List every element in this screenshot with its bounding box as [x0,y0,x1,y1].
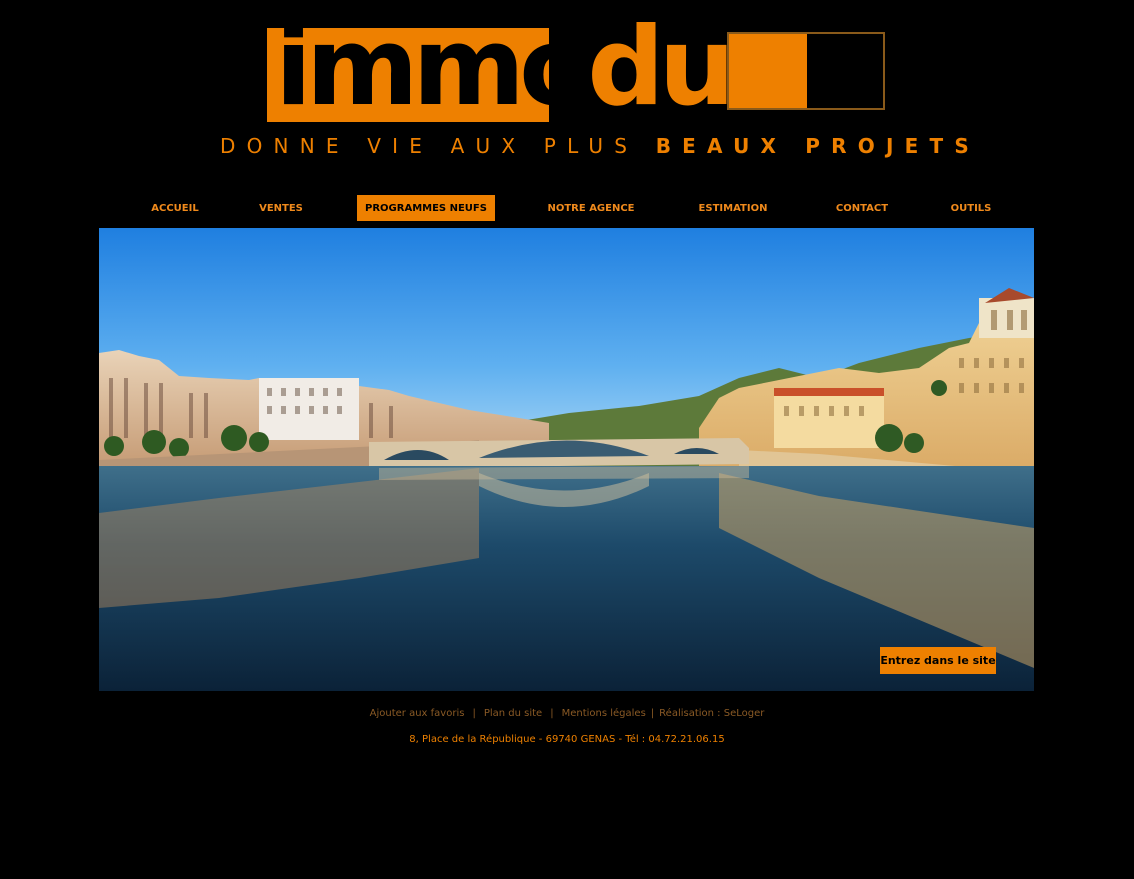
tagline: DONNE VIE AUX PLUS BEAUX PROJETS [220,134,969,158]
logo-wordmark: immoduo [275,14,804,122]
footer-separator: | [550,708,554,719]
footer-links: Ajouter aux favoris | Plan du site | Mention… [0,708,1134,719]
legal-notice-link[interactable]: Mentions légales [562,708,646,719]
nav-item-programmes-neufs[interactable]: PROGRAMMES NEUFS [357,195,495,221]
enter-site-button[interactable]: Entrez dans le site [880,647,996,674]
hero-image [99,228,1034,691]
site-logo[interactable]: immoduo [267,14,889,124]
tagline-light: DONNE VIE AUX PLUS [220,134,639,158]
sitemap-link[interactable]: Plan du site [484,708,542,719]
page: immoduo DONNE VIE AUX PLUS BEAUX PROJETS… [0,0,1134,879]
main-nav: ACCUEIL VENTES PROGRAMMES NEUFS NOTRE AG… [0,195,1134,221]
credits-link[interactable]: Réalisation : SeLoger [659,708,764,719]
nav-item-accueil[interactable]: ACCUEIL [145,195,205,221]
footer-separator: | [472,708,476,719]
footer-separator: | [650,708,655,719]
logo-word-immo: immo [275,5,593,130]
nav-item-contact[interactable]: CONTACT [829,195,895,221]
hero-illustration [99,228,1034,691]
footer-address: 8, Place de la République - 69740 GENAS … [409,734,725,745]
tagline-bold: BEAUX PROJETS [655,134,980,158]
nav-item-ventes[interactable]: VENTES [254,195,308,221]
nav-item-estimation[interactable]: ESTIMATION [690,195,776,221]
add-favorites-link[interactable]: Ajouter aux favoris [370,708,465,719]
logo-square-outline [727,32,885,110]
nav-item-notre-agence[interactable]: NOTRE AGENCE [543,195,639,221]
nav-item-outils[interactable]: OUTILS [944,195,998,221]
